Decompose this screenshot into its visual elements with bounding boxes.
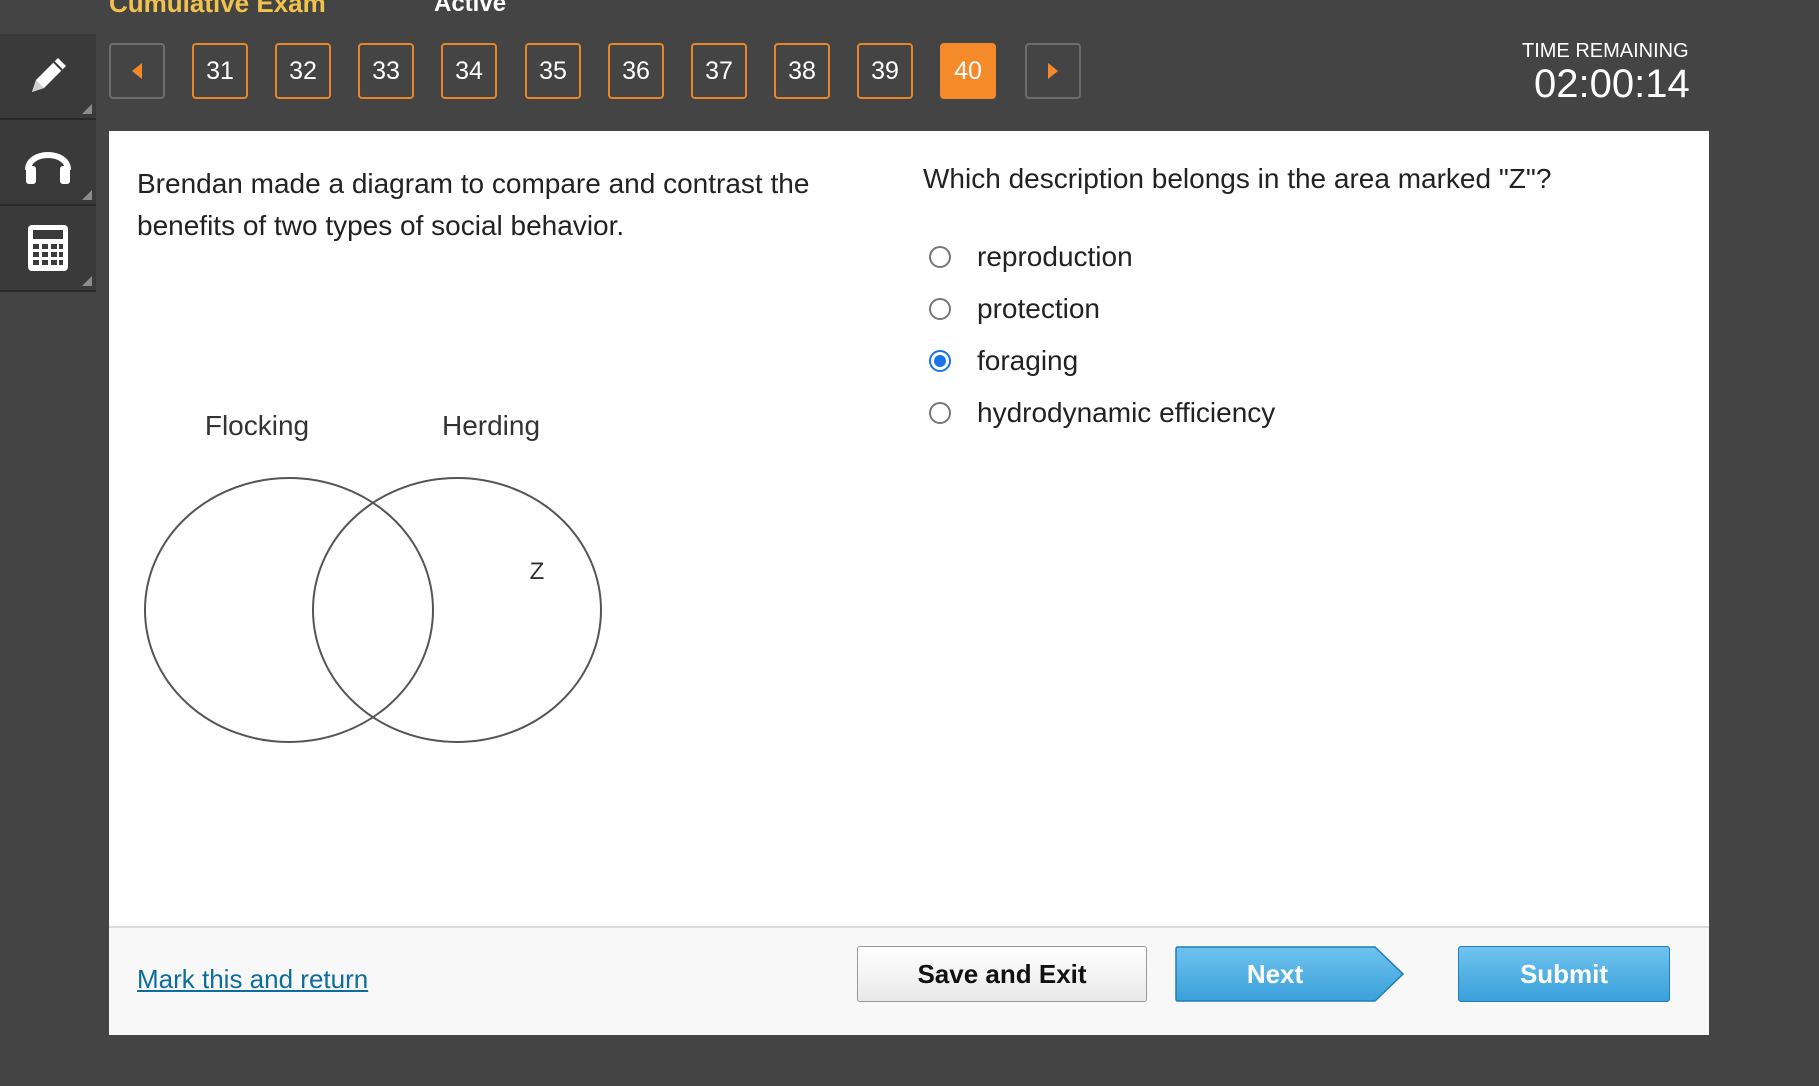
calculator-icon <box>28 225 68 271</box>
question-prompt: Which description belongs in the area ma… <box>923 163 1552 194</box>
submit-button[interactable]: Submit <box>1458 946 1670 1002</box>
question-31-button[interactable]: 31 <box>192 43 248 99</box>
tool-menu-corner <box>82 104 92 114</box>
headphones-icon <box>25 152 71 184</box>
tool-menu-corner <box>82 190 92 200</box>
option-protection[interactable]: protection <box>929 283 1275 335</box>
pencil-icon <box>32 58 66 92</box>
question-34-button[interactable]: 34 <box>441 43 497 99</box>
option-label: foraging <box>977 345 1079 376</box>
venn-right-circle <box>312 477 602 743</box>
question-39-button[interactable]: 39 <box>857 43 913 99</box>
option-label: hydrodynamic efficiency <box>977 397 1276 428</box>
tool-menu-corner <box>82 276 92 286</box>
question-36-button[interactable]: 36 <box>608 43 664 99</box>
save-and-exit-button[interactable]: Save and Exit <box>857 946 1147 1002</box>
option-hydrodynamic-efficiency[interactable]: hydrodynamic efficiency <box>929 387 1275 439</box>
option-label: protection <box>977 293 1100 324</box>
question-32-button[interactable]: 32 <box>275 43 331 99</box>
question-37-button[interactable]: 37 <box>691 43 747 99</box>
exam-status: Active <box>434 0 507 17</box>
panel-footer: Mark this and return Save and Exit Next … <box>109 926 1709 1035</box>
question-33-button[interactable]: 33 <box>358 43 414 99</box>
audio-tool-button[interactable] <box>0 120 96 206</box>
mark-and-return-link[interactable]: Mark this and return <box>137 964 368 995</box>
tool-sidebar <box>0 34 96 292</box>
timer-label: TIME REMAINING <box>1522 40 1689 62</box>
radio-button-selected[interactable] <box>929 350 951 372</box>
venn-diagram: Flocking Herding Z <box>144 410 602 743</box>
calculator-tool-button[interactable] <box>0 206 96 292</box>
venn-left-circle <box>144 477 434 743</box>
next-question-arrow[interactable] <box>1025 43 1081 99</box>
caret-right-icon <box>1048 63 1058 79</box>
radio-button[interactable] <box>929 298 951 320</box>
exam-title: Cumulative Exam <box>109 0 326 18</box>
radio-button[interactable] <box>929 402 951 424</box>
venn-z-marker: Z <box>530 558 545 585</box>
answer-options: reproduction protection foraging hydrody… <box>929 231 1275 439</box>
next-button[interactable]: Next <box>1175 946 1405 1002</box>
question-40-button[interactable]: 40 <box>940 43 996 99</box>
question-35-button[interactable]: 35 <box>525 43 581 99</box>
venn-left-label: Flocking <box>205 410 309 441</box>
passage-text: Brendan made a diagram to compare and co… <box>137 168 810 241</box>
caret-left-icon <box>132 63 142 79</box>
question-38-button[interactable]: 38 <box>774 43 830 99</box>
pencil-tool-button[interactable] <box>0 34 96 120</box>
option-reproduction[interactable]: reproduction <box>929 231 1275 283</box>
timer-value: 02:00:14 <box>1534 62 1690 106</box>
prev-question-button[interactable] <box>109 43 165 99</box>
venn-right-label: Herding <box>442 410 540 441</box>
question-panel: Brendan made a diagram to compare and co… <box>109 131 1709 1035</box>
option-label: reproduction <box>977 241 1133 272</box>
radio-button[interactable] <box>929 246 951 268</box>
next-button-label: Next <box>1246 958 1304 989</box>
option-foraging[interactable]: foraging <box>929 335 1275 387</box>
